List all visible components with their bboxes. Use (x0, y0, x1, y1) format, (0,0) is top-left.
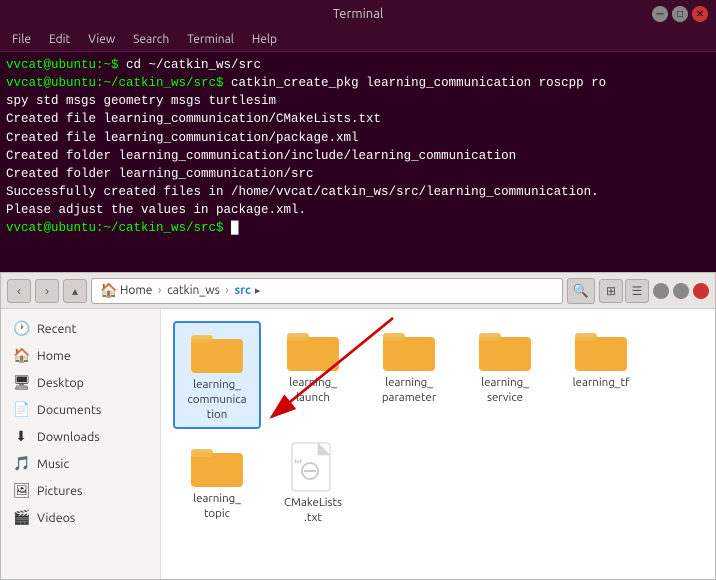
close-button[interactable]: ✕ (692, 6, 708, 22)
sidebar-label-downloads: Downloads (37, 430, 100, 444)
menu-bar: File Edit View Search Terminal Help (0, 28, 716, 52)
menu-search[interactable]: Search (125, 31, 177, 48)
nav-back-button[interactable]: ‹ (7, 279, 31, 303)
maximize-button[interactable]: □ (672, 6, 688, 22)
breadcrumb: 🏠 Home › catkin_ws › src ▸ (91, 278, 563, 304)
minimize-button[interactable]: ─ (652, 6, 668, 22)
fm-sidebar: 🕐 Recent 🏠 Home 🖥 Desktop 📄 Documents ⬇ (1, 309, 161, 579)
videos-icon: 🎬 (13, 509, 29, 526)
nav-forward-button[interactable]: › (35, 279, 59, 303)
fm-window-controls (653, 283, 709, 299)
file-item-learning-topic[interactable]: learning_topic (173, 437, 261, 530)
sidebar-item-pictures[interactable]: 🖼 Pictures (1, 477, 160, 504)
search-button[interactable]: 🔍 (567, 278, 595, 304)
sidebar-item-music[interactable]: 🎵 Music (1, 450, 160, 477)
folder-icon-launch (285, 325, 341, 373)
sidebar-item-desktop[interactable]: 🖥 Desktop (1, 369, 160, 396)
breadcrumb-src[interactable]: src (233, 284, 253, 297)
sidebar-label-pictures: Pictures (37, 484, 82, 498)
pictures-icon: 🖼 (13, 482, 29, 499)
breadcrumb-catkin[interactable]: catkin_ws (165, 284, 222, 297)
file-item-learning-service[interactable]: learning_service (461, 321, 549, 429)
sidebar-item-home[interactable]: 🏠 Home (1, 342, 160, 369)
file-name-learning-parameter: learning_parameter (382, 376, 436, 406)
folder-icon-parameter (381, 325, 437, 373)
breadcrumb-sep-2: › (224, 284, 231, 297)
file-name-learning-launch: learning_launch (289, 376, 337, 406)
fm-close-button[interactable] (693, 283, 709, 299)
file-manager: ‹ › ▴ 🏠 Home › catkin_ws › src ▸ 🔍 ⊞ ☰ (0, 272, 716, 580)
file-item-learning-communication[interactable]: learning_communication (173, 321, 261, 429)
file-name-learning-topic: learning_topic (193, 492, 241, 522)
terminal-title: Terminal (333, 7, 384, 21)
sidebar-item-documents[interactable]: 📄 Documents (1, 396, 160, 423)
breadcrumb-home[interactable]: Home (118, 284, 154, 297)
file-icon-cmakelists: txt (290, 441, 336, 493)
menu-help[interactable]: Help (244, 31, 285, 48)
home-icon: 🏠 (13, 347, 29, 364)
fm-body: 🕐 Recent 🏠 Home 🖥 Desktop 📄 Documents ⬇ (1, 309, 715, 579)
terminal-output: vvcat@ubuntu:~$ cd ~/catkin_ws/src vvcat… (6, 56, 710, 237)
sidebar-label-videos: Videos (37, 511, 75, 525)
sidebar-label-music: Music (37, 457, 69, 471)
fm-maximize-button[interactable] (673, 283, 689, 299)
documents-icon: 📄 (13, 401, 29, 418)
menu-edit[interactable]: Edit (41, 31, 78, 48)
menu-view[interactable]: View (80, 31, 123, 48)
file-name-learning-service: learning_service (481, 376, 529, 406)
file-name-cmakelists: CMakeLists.txt (284, 496, 342, 526)
terminal-content: vvcat@ubuntu:~$ cd ~/catkin_ws/src vvcat… (0, 52, 716, 272)
sidebar-item-recent[interactable]: 🕐 Recent (1, 315, 160, 342)
sidebar-item-downloads[interactable]: ⬇ Downloads (1, 423, 160, 450)
view-buttons: ⊞ ☰ (599, 279, 649, 303)
sidebar-label-desktop: Desktop (37, 376, 84, 390)
menu-file[interactable]: File (4, 31, 39, 48)
file-name-learning-communication: learning_communication (187, 378, 246, 423)
folder-icon-communication (189, 327, 245, 375)
breadcrumb-sep-1: › (156, 284, 163, 297)
fm-topbar: ‹ › ▴ 🏠 Home › catkin_ws › src ▸ 🔍 ⊞ ☰ (1, 273, 715, 309)
music-icon: 🎵 (13, 455, 29, 472)
fm-grid: learning_communication learning_launch (161, 309, 715, 579)
nav-up-button[interactable]: ▴ (63, 279, 87, 303)
menu-terminal[interactable]: Terminal (179, 31, 242, 48)
terminal-controls: ─ □ ✕ (652, 6, 708, 22)
file-item-learning-tf[interactable]: learning_tf (557, 321, 645, 429)
folder-icon-tf (573, 325, 629, 373)
sidebar-label-home: Home (37, 349, 71, 363)
downloads-icon: ⬇ (13, 428, 29, 445)
terminal-window: Terminal ─ □ ✕ File Edit View Search Ter… (0, 0, 716, 580)
svg-text:txt: txt (294, 458, 303, 464)
folder-icon-topic (189, 441, 245, 489)
sidebar-item-videos[interactable]: 🎬 Videos (1, 504, 160, 531)
breadcrumb-arrow: ▸ (255, 284, 261, 297)
file-item-learning-launch[interactable]: learning_launch (269, 321, 357, 429)
file-name-learning-tf: learning_tf (573, 376, 630, 391)
fm-minimize-button[interactable] (653, 283, 669, 299)
home-breadcrumb-icon: 🏠 (100, 282, 116, 299)
sidebar-label-documents: Documents (37, 403, 101, 417)
file-item-learning-parameter[interactable]: learning_parameter (365, 321, 453, 429)
sidebar-label-recent: Recent (37, 322, 76, 336)
folder-icon-service (477, 325, 533, 373)
desktop-icon: 🖥 (13, 374, 29, 391)
grid-view-button[interactable]: ⊞ (599, 279, 623, 303)
recent-icon: 🕐 (13, 320, 29, 337)
list-view-button[interactable]: ☰ (625, 279, 649, 303)
terminal-titlebar: Terminal ─ □ ✕ (0, 0, 716, 28)
file-item-cmakelists[interactable]: txt CMakeLists.txt (269, 437, 357, 530)
